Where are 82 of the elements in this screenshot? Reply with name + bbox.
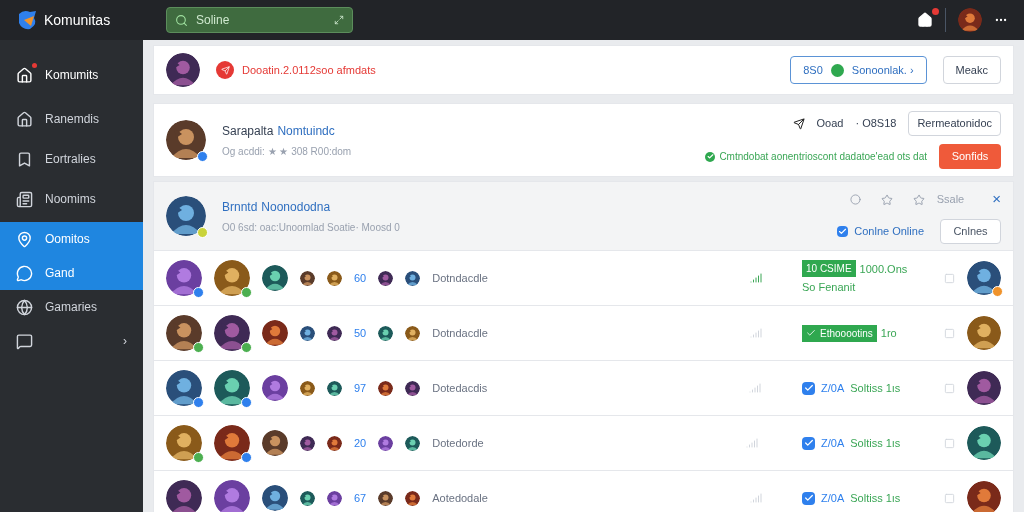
newspaper-icon xyxy=(16,190,33,208)
alert-icon xyxy=(216,61,234,79)
member-row[interactable]: 60 Dotndacdle 10 CSIME 1000.Ons So Fenanit xyxy=(153,250,1014,306)
sidebar-item[interactable]: › xyxy=(0,324,143,358)
group-button[interactable]: Cnlnes xyxy=(940,218,1001,244)
member-count: 50 xyxy=(354,325,367,341)
online-label: Conlne Online xyxy=(854,224,924,239)
status-tag: 10 CSIME xyxy=(802,260,856,278)
checkbox[interactable] xyxy=(802,381,815,395)
square-icon[interactable] xyxy=(944,382,955,394)
square-icon[interactable] xyxy=(944,272,955,284)
member-label: Dotedacdis xyxy=(432,380,488,396)
arrow-icon xyxy=(792,117,805,130)
success-message: Cmtndobat aonentrioscont dadatoe'ead ots dat xyxy=(719,150,927,164)
status-code: Z/0A xyxy=(821,380,845,396)
square-icon[interactable] xyxy=(944,327,955,339)
stat-label: Ooad xyxy=(816,116,844,132)
globe-icon xyxy=(16,298,33,316)
search-field[interactable]: Soline xyxy=(166,7,353,33)
member-count: 20 xyxy=(354,435,367,451)
circle-icon[interactable] xyxy=(849,194,861,205)
message-icon xyxy=(16,332,33,350)
sidebar-item[interactable]: Komumits xyxy=(0,58,143,92)
home-icon[interactable] xyxy=(917,12,933,28)
check-icon xyxy=(806,328,816,338)
profile-name: Sarapalta xyxy=(222,122,274,140)
star-icon[interactable] xyxy=(880,193,893,206)
close-button[interactable]: × xyxy=(992,188,1001,211)
status-text: 1ro xyxy=(880,325,897,341)
status-note: So Fenanit xyxy=(802,280,857,296)
status-code: Z/0A xyxy=(821,435,845,451)
member-count: 60 xyxy=(354,270,367,286)
sidebar-item[interactable]: Oomitos xyxy=(0,222,143,256)
brand-name: Komunitas xyxy=(44,10,111,30)
profile-handle[interactable]: Nomtuindc xyxy=(277,121,335,140)
member-label: Dotedorde xyxy=(432,435,484,451)
group-subtitle: O0 6sd: oac:Unoomlad Soatie· Moosd 0 xyxy=(222,220,400,235)
member-count: 97 xyxy=(354,380,367,396)
status-text: Soltiss 1ıs xyxy=(850,380,901,396)
checkbox[interactable] xyxy=(802,436,815,450)
star-icon[interactable] xyxy=(912,193,925,206)
status-text: Soltiss 1ıs xyxy=(850,435,901,451)
square-icon[interactable] xyxy=(944,437,955,449)
member-label: Dotndacdle xyxy=(432,325,488,341)
sidebar-item[interactable]: Gamaries xyxy=(0,290,143,324)
status-tag: Ethooootins xyxy=(802,324,877,342)
sidebar-item[interactable]: Eortralies xyxy=(0,142,143,176)
success-icon xyxy=(705,151,716,162)
search-input[interactable]: Soline xyxy=(196,11,326,29)
expand-icon[interactable] xyxy=(334,15,344,25)
primary-button[interactable]: Sonfids xyxy=(939,144,1001,169)
square-icon[interactable] xyxy=(944,492,955,504)
stat-value: · O8S18 xyxy=(855,116,897,132)
search-icon xyxy=(175,13,188,27)
chat-icon xyxy=(16,264,33,282)
status-button[interactable]: 8S0 Sonoonlak. › xyxy=(790,56,927,84)
home-icon xyxy=(16,110,33,128)
member-count: 67 xyxy=(354,490,367,506)
member-row[interactable]: 67 Aotedodale Z/0A Soltiss 1ıs xyxy=(153,470,1014,512)
member-label: Dotndacdle xyxy=(432,270,488,286)
home-icon xyxy=(16,66,33,84)
profile-subtitle: Og acddi: ★ ★ 308 R00:dom xyxy=(222,144,352,159)
bookmark-icon xyxy=(16,150,33,168)
member-row[interactable]: 50 Dotndacdle Ethooootins 1ro xyxy=(153,305,1014,361)
status-text: Soltiss 1ıs xyxy=(850,490,901,506)
group-name: Brnntd xyxy=(222,198,258,216)
pin-icon xyxy=(16,230,33,248)
secondary-button[interactable]: Rermeatonidoc xyxy=(908,111,1001,136)
group-handle[interactable]: Noonododna xyxy=(261,197,331,216)
member-label: Aotedodale xyxy=(432,490,488,506)
checkbox[interactable] xyxy=(837,225,849,237)
sidebar-item[interactable]: Noomims xyxy=(0,182,143,216)
sidebar-item[interactable]: Ranemdis xyxy=(0,102,143,136)
notice-text: Dooatin.2.0112soo afmdats xyxy=(242,62,376,78)
checkbox[interactable] xyxy=(802,491,815,505)
status-text: 1000.Ons xyxy=(859,261,908,277)
member-row[interactable]: 97 Dotedacdis Z/0A Soltiss 1ıs xyxy=(153,360,1014,416)
member-row[interactable]: 20 Dotedorde Z/0A Soltiss 1ıs xyxy=(153,415,1014,471)
status-code: Z/0A xyxy=(821,490,845,506)
signal-icon xyxy=(749,382,762,394)
notice-button[interactable]: Meakc xyxy=(942,56,1001,84)
sidebar-item[interactable]: Gand xyxy=(0,256,143,290)
